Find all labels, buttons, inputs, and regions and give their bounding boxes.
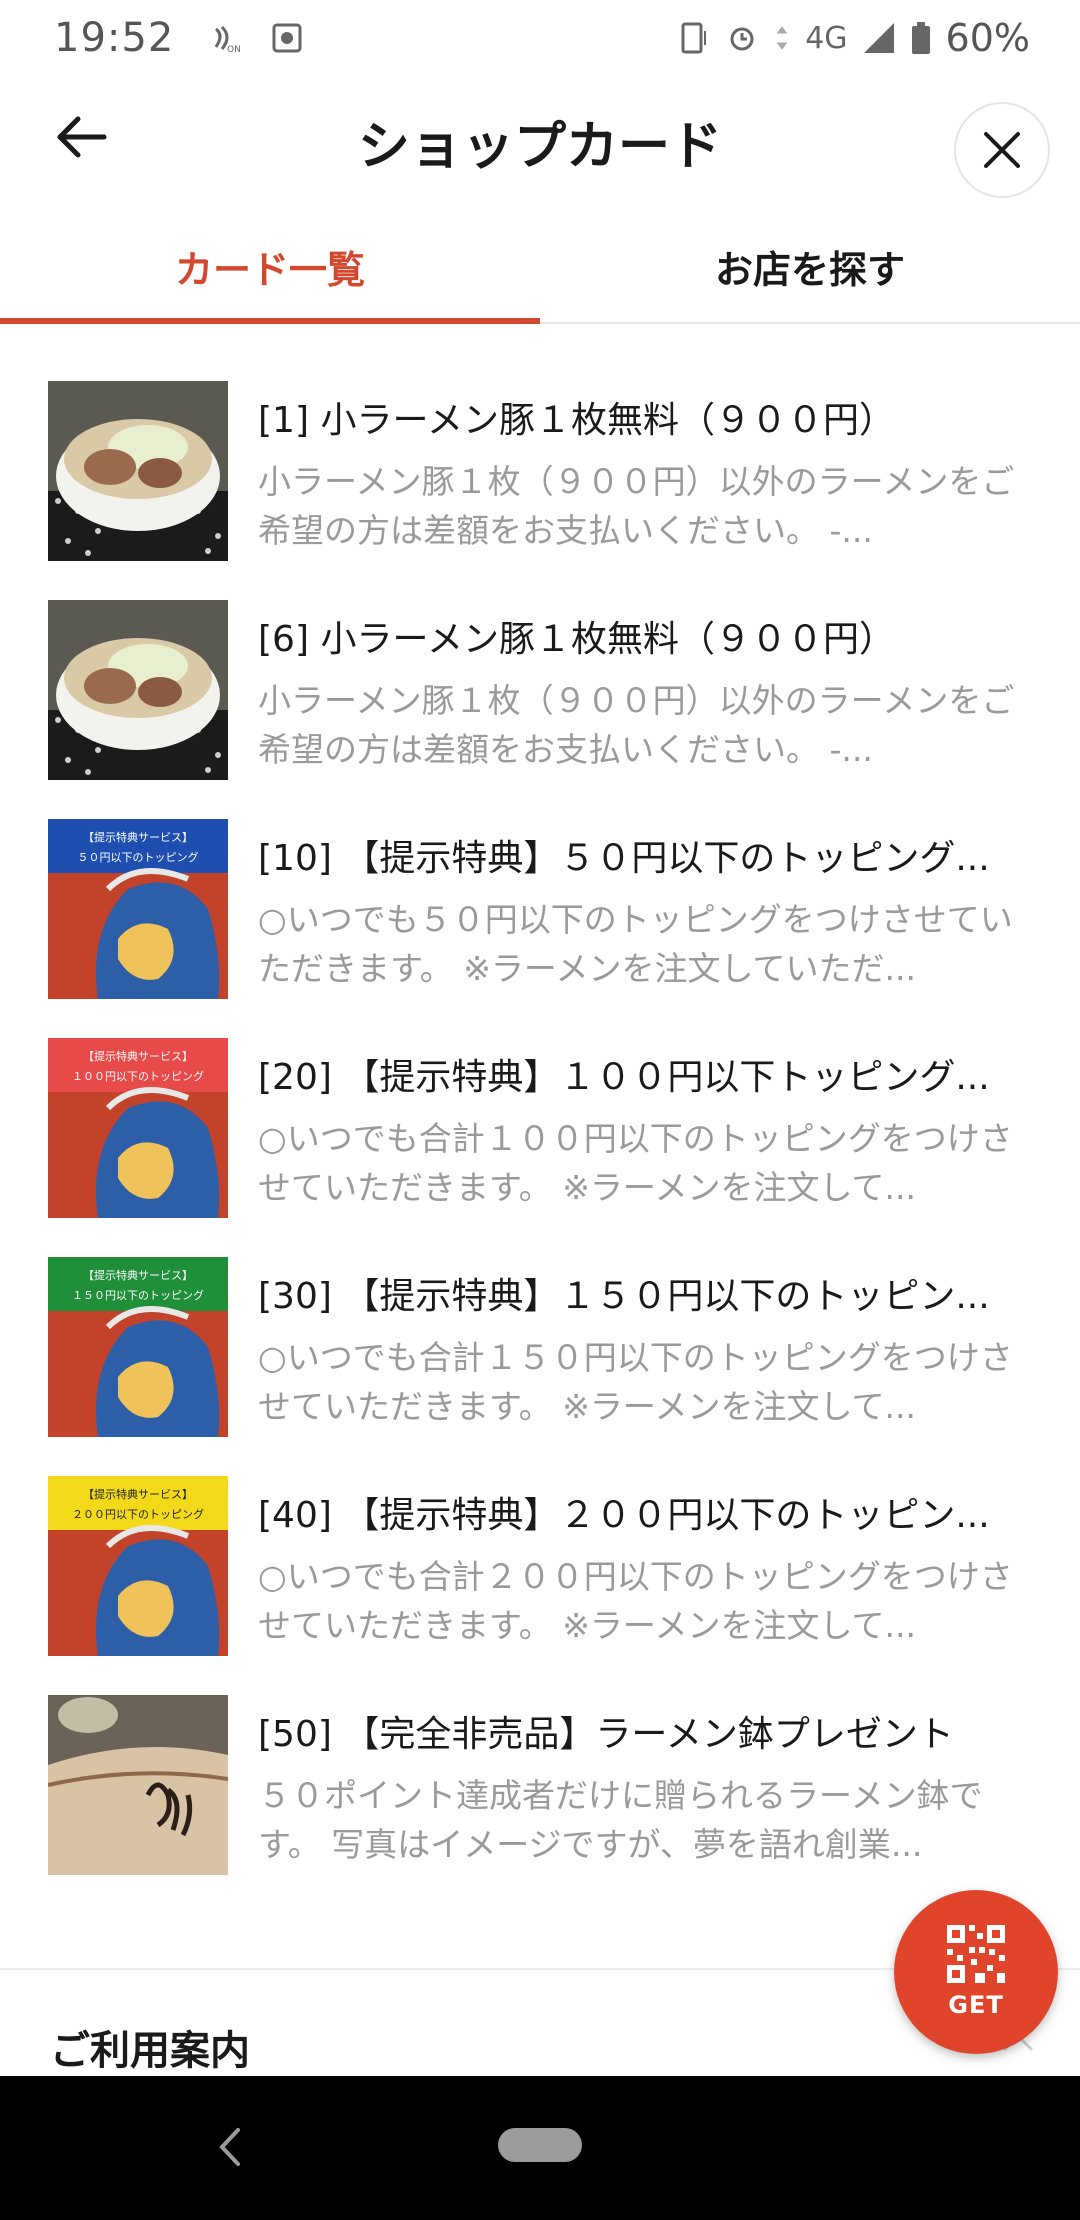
signal-icon — [863, 23, 894, 53]
qr-code-icon — [947, 1925, 1005, 1983]
vibrate-icon — [681, 22, 707, 54]
tab-card-list[interactable]: カード一覧 — [0, 210, 540, 324]
get-label: GET — [948, 1991, 1004, 2019]
item-thumbnail — [48, 600, 228, 780]
app-header: ショップカード — [0, 76, 1080, 200]
item-description: ○いつでも５０円以下のトッピングをつけさせていただきます。 ※ラーメンを注文して… — [258, 900, 1013, 988]
svg-text:５０円以下のトッピング: ５０円以下のトッピング — [78, 850, 199, 864]
item-description: ○いつでも合計２００円以下のトッピングをつけさせていただきます。 ※ラーメンを注… — [258, 1557, 1013, 1645]
nav-home-pill[interactable] — [498, 2128, 582, 2162]
item-title: [10] 【提示特典】５０円以下のトッピング... — [258, 838, 990, 879]
list-item[interactable]: [6] 小ラーメン豚１枚無料（９００円） 小ラーメン豚１枚（９００円）以外のラー… — [0, 600, 1080, 780]
item-thumbnail — [48, 1695, 228, 1875]
battery-percent: 60% — [945, 16, 1030, 60]
close-icon — [984, 132, 1020, 168]
item-thumbnail: 【提示特典サービス】 ２００円以下のトッピング — [48, 1476, 228, 1656]
alarm-icon — [730, 27, 754, 51]
item-description: ○いつでも合計１００円以下のトッピングをつけさせていただきます。 ※ラーメンを注… — [258, 1119, 1013, 1207]
tab-bar: カード一覧 お店を探す — [0, 210, 1080, 324]
close-button[interactable] — [954, 102, 1050, 198]
item-thumbnail: 【提示特典サービス】 １００円以下のトッピング — [48, 1038, 228, 1218]
list-item[interactable]: 【提示特典サービス】 ５０円以下のトッピング [10] 【提示特典】５０円以下の… — [0, 819, 1080, 999]
svg-text:１５０円以下のトッピング: １５０円以下のトッピング — [72, 1288, 204, 1302]
list-item[interactable]: 【提示特典サービス】 １００円以下のトッピング [20] 【提示特典】１００円以… — [0, 1038, 1080, 1218]
item-description: 小ラーメン豚１枚（９００円）以外のラーメンをご希望の方は差額をお支払いください。… — [258, 462, 1015, 550]
battery-icon — [911, 22, 930, 54]
page-title: ショップカード — [357, 117, 722, 177]
get-button[interactable]: GET — [894, 1890, 1058, 2054]
item-description: ○いつでも合計１５０円以下のトッピングをつけさせていただきます。 ※ラーメンを注… — [258, 1338, 1013, 1426]
tab-find-shop[interactable]: お店を探す — [540, 210, 1080, 322]
list-item[interactable]: [1] 小ラーメン豚１枚無料（９００円） 小ラーメン豚１枚（９００円）以外のラー… — [0, 381, 1080, 561]
item-thumbnail: 【提示特典サービス】 ５０円以下のトッピング — [48, 819, 228, 999]
svg-text:１００円以下のトッピング: １００円以下のトッピング — [72, 1069, 204, 1083]
item-description: 小ラーメン豚１枚（９００円）以外のラーメンをご希望の方は差額をお支払いください。… — [258, 681, 1015, 769]
svg-text:【提示特典サービス】: 【提示特典サービス】 — [83, 1487, 193, 1501]
item-description: ５０ポイント達成者だけに贈られるラーメン鉢です。 写真はイメージですが、夢を語れ… — [258, 1776, 983, 1864]
item-title: [1] 小ラーメン豚１枚無料（９００円） — [258, 400, 895, 441]
item-thumbnail: 【提示特典サービス】 １５０円以下のトッピング — [48, 1257, 228, 1437]
list-item[interactable]: 【提示特典サービス】 ２００円以下のトッピング [40] 【提示特典】２００円以… — [0, 1476, 1080, 1656]
item-title: [20] 【提示特典】１００円以下トッピング... — [258, 1057, 990, 1098]
usage-guide-heading: ご利用案内 — [50, 2028, 250, 2074]
svg-text:【提示特典サービス】: 【提示特典サービス】 — [83, 1268, 193, 1282]
svg-text:２００円以下のトッピング: ２００円以下のトッピング — [72, 1507, 204, 1521]
list-item[interactable]: 【提示特典サービス】 １５０円以下のトッピング [30] 【提示特典】１５０円以… — [0, 1257, 1080, 1437]
item-title: [30] 【提示特典】１５０円以下のトッピン... — [258, 1276, 990, 1317]
data-arrows-icon — [776, 26, 788, 50]
item-title: [6] 小ラーメン豚１枚無料（９００円） — [258, 619, 895, 660]
item-title: [40] 【提示特典】２００円以下のトッピン... — [258, 1495, 990, 1536]
nav-back-icon[interactable] — [210, 2122, 250, 2172]
svg-text:【提示特典サービス】: 【提示特典サービス】 — [83, 830, 193, 844]
settings-icon — [272, 23, 302, 53]
nfc-icon: ON — [215, 25, 241, 55]
item-thumbnail — [48, 381, 228, 561]
item-title: [50] 【完全非売品】ラーメン鉢プレゼント — [258, 1714, 954, 1755]
system-nav-bar — [0, 2076, 1080, 2220]
svg-text:ON: ON — [227, 45, 241, 55]
list-item[interactable]: [50] 【完全非売品】ラーメン鉢プレゼント ５０ポイント達成者だけに贈られるラ… — [0, 1695, 1080, 1875]
network-type: 4G — [805, 20, 848, 56]
svg-text:【提示特典サービス】: 【提示特典サービス】 — [83, 1049, 193, 1063]
status-bar: 19:52 ON 4G 60% — [0, 0, 1080, 76]
status-time: 19:52 — [54, 15, 175, 61]
